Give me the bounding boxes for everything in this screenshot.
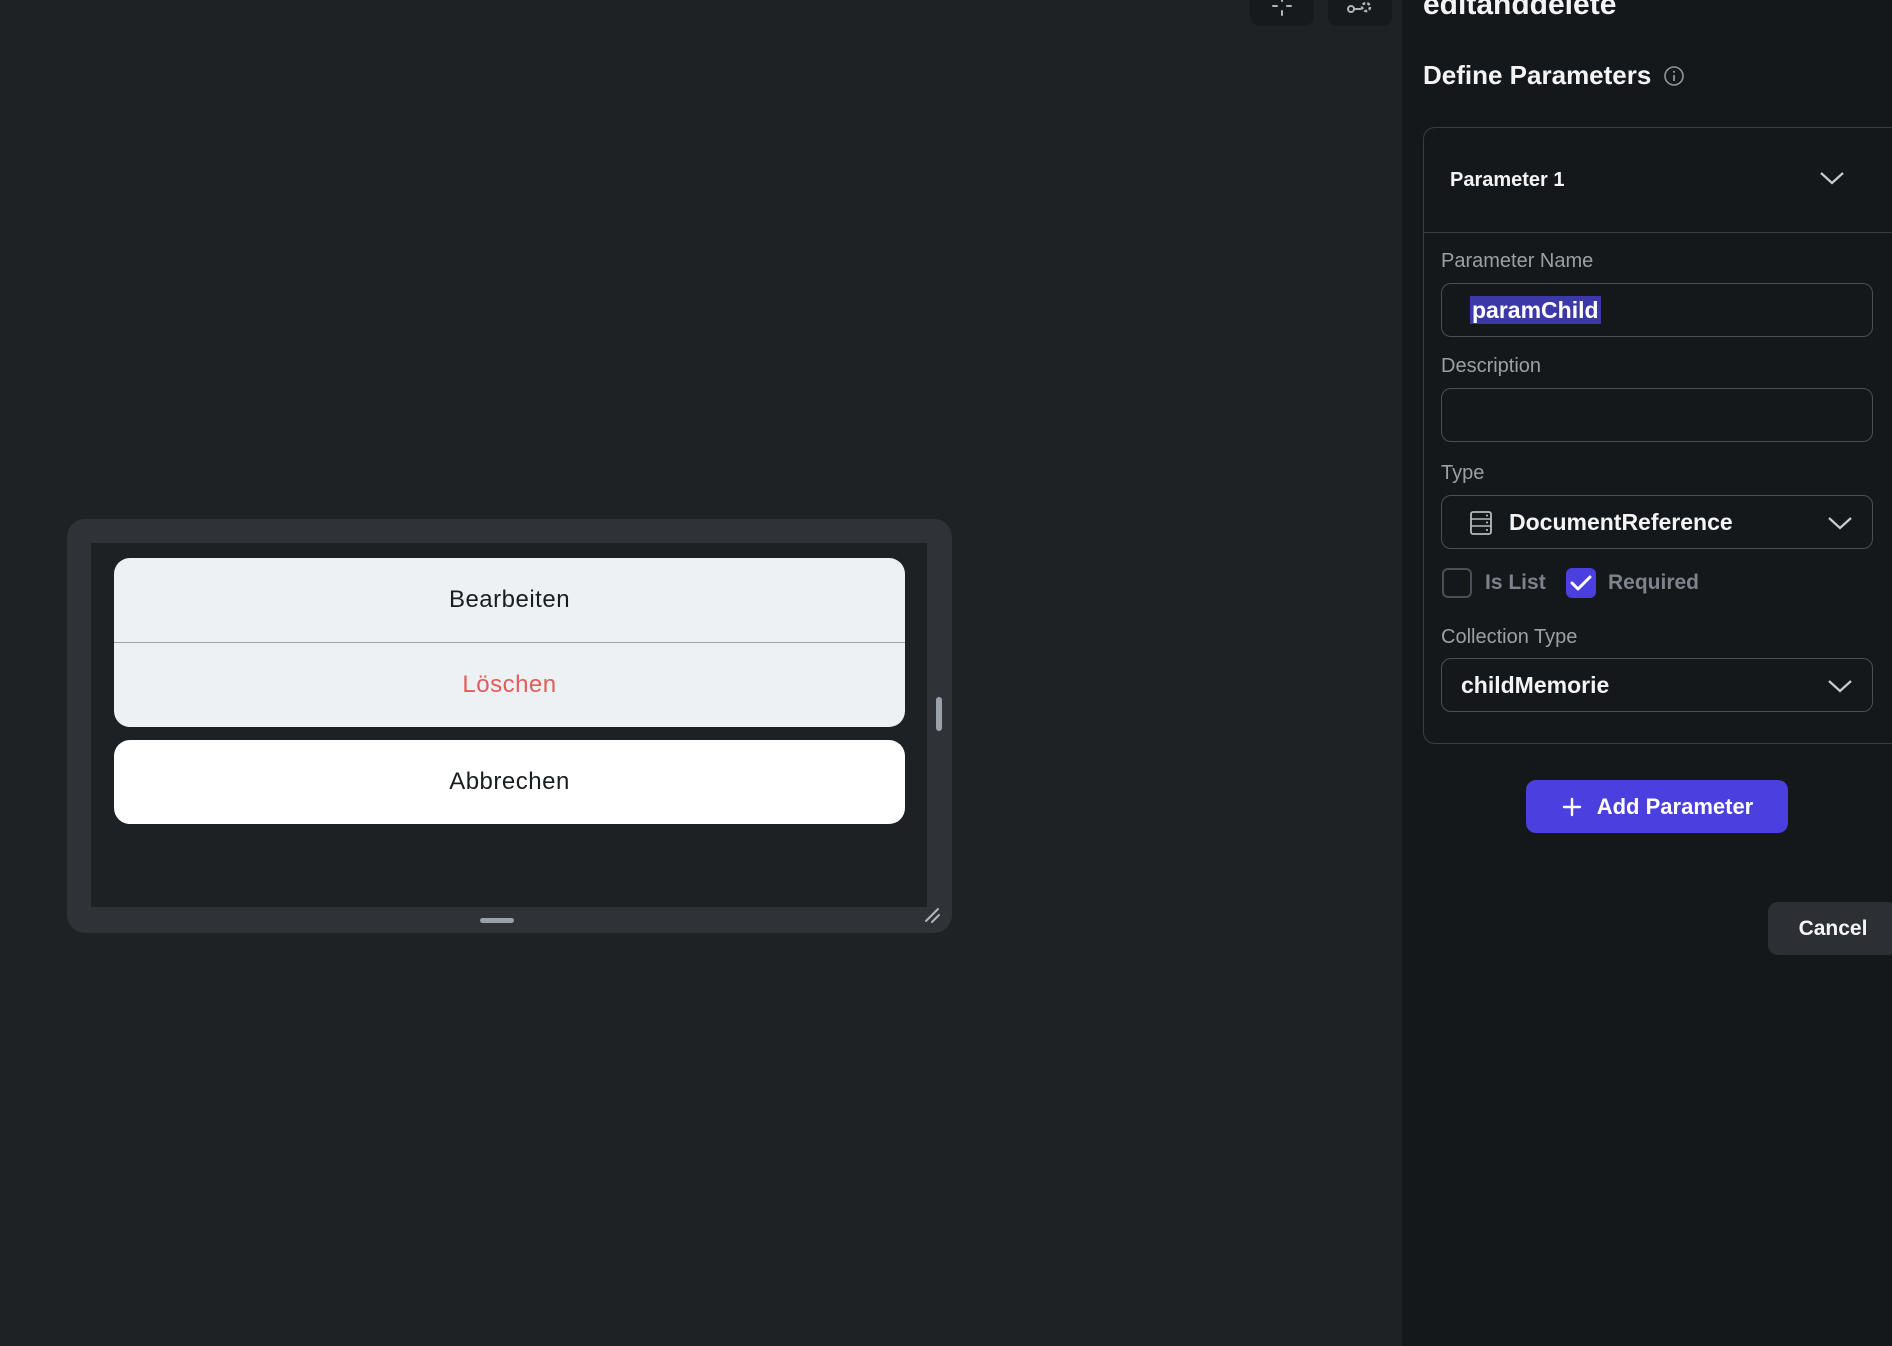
sparkle-icon — [1272, 0, 1292, 16]
chevron-down-icon — [1828, 680, 1852, 693]
required-checkbox[interactable] — [1566, 568, 1596, 598]
type-select[interactable]: DocumentReference — [1441, 495, 1873, 549]
horizontal-resize-handle[interactable] — [480, 918, 514, 923]
collection-type-label: Collection Type — [1441, 626, 1578, 648]
chevron-down-icon[interactable] — [1819, 169, 1845, 187]
section-title: Define Parameters — [1423, 60, 1685, 91]
preview-screen: Bearbeiten Löschen Abbrechen — [91, 543, 927, 907]
action-sheet-group: Bearbeiten Löschen — [114, 558, 905, 727]
action-delete[interactable]: Löschen — [114, 642, 905, 727]
description-label: Description — [1441, 355, 1542, 377]
chevron-down-icon — [1828, 517, 1852, 530]
component-title: editanddelete — [1423, 0, 1617, 21]
flow-settings-button[interactable] — [1328, 0, 1392, 26]
document-icon — [1470, 511, 1492, 535]
cancel-button[interactable]: Cancel — [1768, 902, 1892, 955]
collection-type-select[interactable]: childMemorie — [1441, 658, 1873, 712]
add-parameter-label: Add Parameter — [1596, 793, 1754, 819]
resize-corner-icon[interactable] — [922, 905, 942, 925]
vertical-resize-handle[interactable] — [936, 697, 942, 731]
parameter-name-field[interactable]: paramChild — [1441, 283, 1873, 337]
is-list-label: Is List — [1485, 571, 1546, 594]
flow-settings-icon — [1347, 1, 1372, 13]
collection-type-value: childMemorie — [1461, 672, 1610, 698]
parameter-name-value: paramChild — [1470, 296, 1601, 324]
required-label: Required — [1608, 571, 1700, 594]
sparkle-button[interactable] — [1250, 0, 1314, 26]
action-cancel[interactable]: Abbrechen — [114, 740, 905, 824]
type-label: Type — [1441, 462, 1485, 484]
plus-icon — [1562, 797, 1581, 816]
parameter-header[interactable]: Parameter 1 — [1424, 128, 1892, 233]
device-preview: Bearbeiten Löschen Abbrechen — [67, 519, 952, 933]
type-value: DocumentReference — [1509, 509, 1733, 535]
checkmark-icon — [1570, 575, 1592, 591]
is-list-checkbox[interactable] — [1442, 568, 1472, 598]
description-field[interactable] — [1441, 388, 1873, 442]
parameter-name-label: Parameter Name — [1441, 250, 1594, 272]
info-icon[interactable] — [1663, 65, 1685, 87]
add-parameter-button[interactable]: Add Parameter — [1526, 780, 1788, 833]
action-edit[interactable]: Bearbeiten — [114, 558, 905, 642]
section-title-text: Define Parameters — [1423, 60, 1652, 90]
parameter-header-label: Parameter 1 — [1450, 168, 1565, 191]
